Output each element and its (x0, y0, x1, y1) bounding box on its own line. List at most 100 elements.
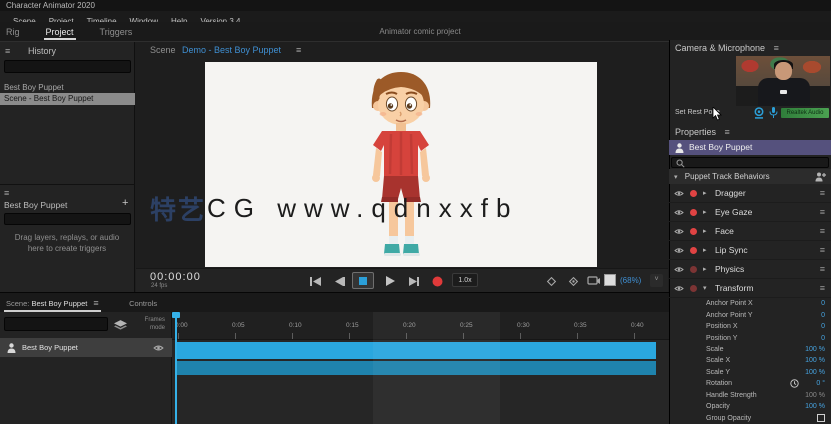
behavior-name: Eye Gaze (715, 207, 753, 217)
behavior-row-transform[interactable]: ▾ Transform ≡ (669, 279, 831, 298)
ruler-label-0-10: 0:10 (289, 322, 302, 329)
add-behavior-icon[interactable] (815, 172, 826, 182)
property-value[interactable]: 0 (821, 335, 825, 342)
previous-frame-button[interactable] (331, 274, 349, 288)
puppet-track-behaviors-section[interactable]: ▾ Puppet Track Behaviors (669, 169, 831, 184)
microphone-toggle-icon[interactable] (769, 106, 778, 119)
properties-panel-menu-icon[interactable]: ≡ (725, 127, 730, 137)
ruler-tick (235, 333, 236, 339)
scene-name[interactable]: Demo - Best Boy Puppet (182, 45, 281, 55)
play-button[interactable] (381, 274, 399, 288)
behavior-chevron-icon[interactable]: ▸ (703, 227, 710, 235)
behavior-row-dragger[interactable]: ▸ Dragger ≡ (669, 184, 831, 203)
visibility-eye-icon[interactable] (674, 247, 684, 254)
visibility-eye-icon[interactable] (674, 209, 684, 216)
property-value[interactable]: 0 ° (816, 380, 825, 387)
selected-puppet-row[interactable]: Best Boy Puppet (669, 140, 831, 155)
behavior-menu-icon[interactable]: ≡ (820, 188, 825, 198)
property-value[interactable]: 100 % (805, 392, 825, 399)
arm-record-dot[interactable] (690, 208, 697, 216)
visibility-eye-icon[interactable] (674, 190, 684, 197)
visibility-eye-icon[interactable] (674, 285, 684, 292)
puppet-track-bar[interactable] (175, 342, 656, 359)
project-panel-menu-icon[interactable]: ≡ (5, 46, 10, 56)
workspace-tab-rig[interactable]: Rig (4, 23, 22, 40)
property-value[interactable]: 100 % (805, 346, 825, 353)
arm-record-dot[interactable] (690, 284, 697, 292)
behavior-chevron-icon[interactable]: ▸ (703, 189, 710, 197)
property-value[interactable]: 100 % (805, 357, 825, 364)
behavior-row-lip-sync[interactable]: ▸ Lip Sync ≡ (669, 241, 831, 260)
project-search-input[interactable] (4, 60, 131, 73)
camera-toggle-icon[interactable] (753, 107, 765, 119)
section-collapse-chevron-icon[interactable]: ▾ (674, 174, 678, 181)
timeline-search-input[interactable] (4, 317, 108, 331)
scene-panel-menu-icon[interactable]: ≡ (296, 45, 301, 55)
properties-search-input[interactable] (671, 157, 829, 168)
arm-record-dot[interactable] (690, 227, 697, 235)
behavior-menu-icon[interactable]: ≡ (820, 264, 825, 274)
record-button[interactable] (428, 274, 446, 288)
arm-record-dot[interactable] (690, 189, 697, 197)
next-frame-button[interactable] (405, 274, 423, 288)
triggers-search-input[interactable] (4, 213, 131, 225)
timeline-track-row[interactable]: Best Boy Puppet (0, 338, 172, 357)
scene-stage[interactable] (205, 62, 597, 267)
snapshot-icon[interactable] (584, 274, 602, 288)
property-row-opacity: Opacity 100 % (669, 401, 831, 412)
zoom-dropdown-chevron-icon[interactable]: ˅ (650, 274, 663, 287)
property-value[interactable]: 0 (821, 300, 825, 307)
timeline-tab-scene[interactable]: Scene: Best Boy Puppet ≡ (0, 293, 105, 312)
behavior-row-eye-gaze[interactable]: ▸ Eye Gaze ≡ (669, 203, 831, 222)
stage-zoom-level[interactable]: (68%) (620, 276, 641, 285)
go-to-start-button[interactable] (306, 274, 324, 288)
background-color-swatch[interactable] (604, 274, 616, 286)
ghost-frames-icon[interactable] (564, 274, 582, 288)
behavior-chevron-icon[interactable]: ▸ (703, 208, 710, 216)
ruler-label-0-35: 0:35 (574, 322, 587, 329)
arm-record-dot[interactable] (690, 265, 697, 273)
ruler-tick (463, 333, 464, 339)
property-name: Anchor Point X (706, 300, 753, 308)
track-visibility-icon[interactable] (153, 344, 164, 352)
behavior-chevron-icon[interactable]: ▾ (703, 284, 710, 292)
playhead-handle[interactable] (172, 312, 180, 318)
arm-record-dot[interactable] (690, 246, 697, 254)
workspace-tab-project[interactable]: Project (43, 23, 76, 40)
add-trigger-button[interactable]: + (122, 197, 128, 209)
behavior-row-physics[interactable]: ▸ Physics ≡ (669, 260, 831, 279)
property-value[interactable]: 0 (821, 323, 825, 330)
timeline-tab-controls[interactable]: Controls (123, 294, 163, 312)
group-opacity-checkbox[interactable] (817, 414, 825, 423)
onion-skin-icon[interactable] (542, 274, 560, 288)
scene-panel-header: Scene Demo - Best Boy Puppet ≡ (136, 42, 668, 60)
workspace-tab-triggers[interactable]: Triggers (98, 23, 135, 40)
behavior-chevron-icon[interactable]: ▸ (703, 265, 710, 273)
property-value[interactable]: 100 % (805, 403, 825, 410)
behavior-chevron-icon[interactable]: ▸ (703, 246, 710, 254)
camera-panel-menu-icon[interactable]: ≡ (774, 43, 779, 53)
property-value[interactable]: 0 (821, 312, 825, 319)
playhead[interactable] (175, 312, 177, 424)
triggers-panel-menu-icon[interactable]: ≡ (4, 188, 9, 198)
project-selected-item[interactable]: Scene - Best Boy Puppet (0, 93, 135, 105)
ruler-tick (406, 333, 407, 339)
behavior-row-face[interactable]: ▸ Face ≡ (669, 222, 831, 241)
rotation-clock-icon[interactable] (790, 379, 799, 389)
behavior-menu-icon[interactable]: ≡ (820, 207, 825, 217)
playback-speed[interactable]: 1.0x (452, 273, 478, 287)
timeline-tab-menu-icon[interactable]: ≡ (93, 298, 98, 308)
menu-bar: SceneProjectTimelineWindowHelpVersion 3.… (0, 11, 831, 26)
behavior-menu-icon[interactable]: ≡ (820, 283, 825, 293)
take-bar[interactable] (175, 361, 656, 375)
timeline-ruler[interactable]: 0:00 0:05 0:10 0:15 0:20 0:25 0:30 0:35 0:40 (172, 312, 669, 340)
behavior-menu-icon[interactable]: ≡ (820, 226, 825, 236)
behavior-menu-icon[interactable]: ≡ (820, 245, 825, 255)
visibility-eye-icon[interactable] (674, 266, 684, 273)
layers-stack-icon[interactable] (114, 320, 127, 331)
boy-puppet-illustration[interactable] (346, 68, 456, 266)
visibility-eye-icon[interactable] (674, 228, 684, 235)
stop-icon (359, 276, 367, 285)
property-value[interactable]: 100 % (805, 369, 825, 376)
stop-button[interactable] (352, 272, 374, 289)
